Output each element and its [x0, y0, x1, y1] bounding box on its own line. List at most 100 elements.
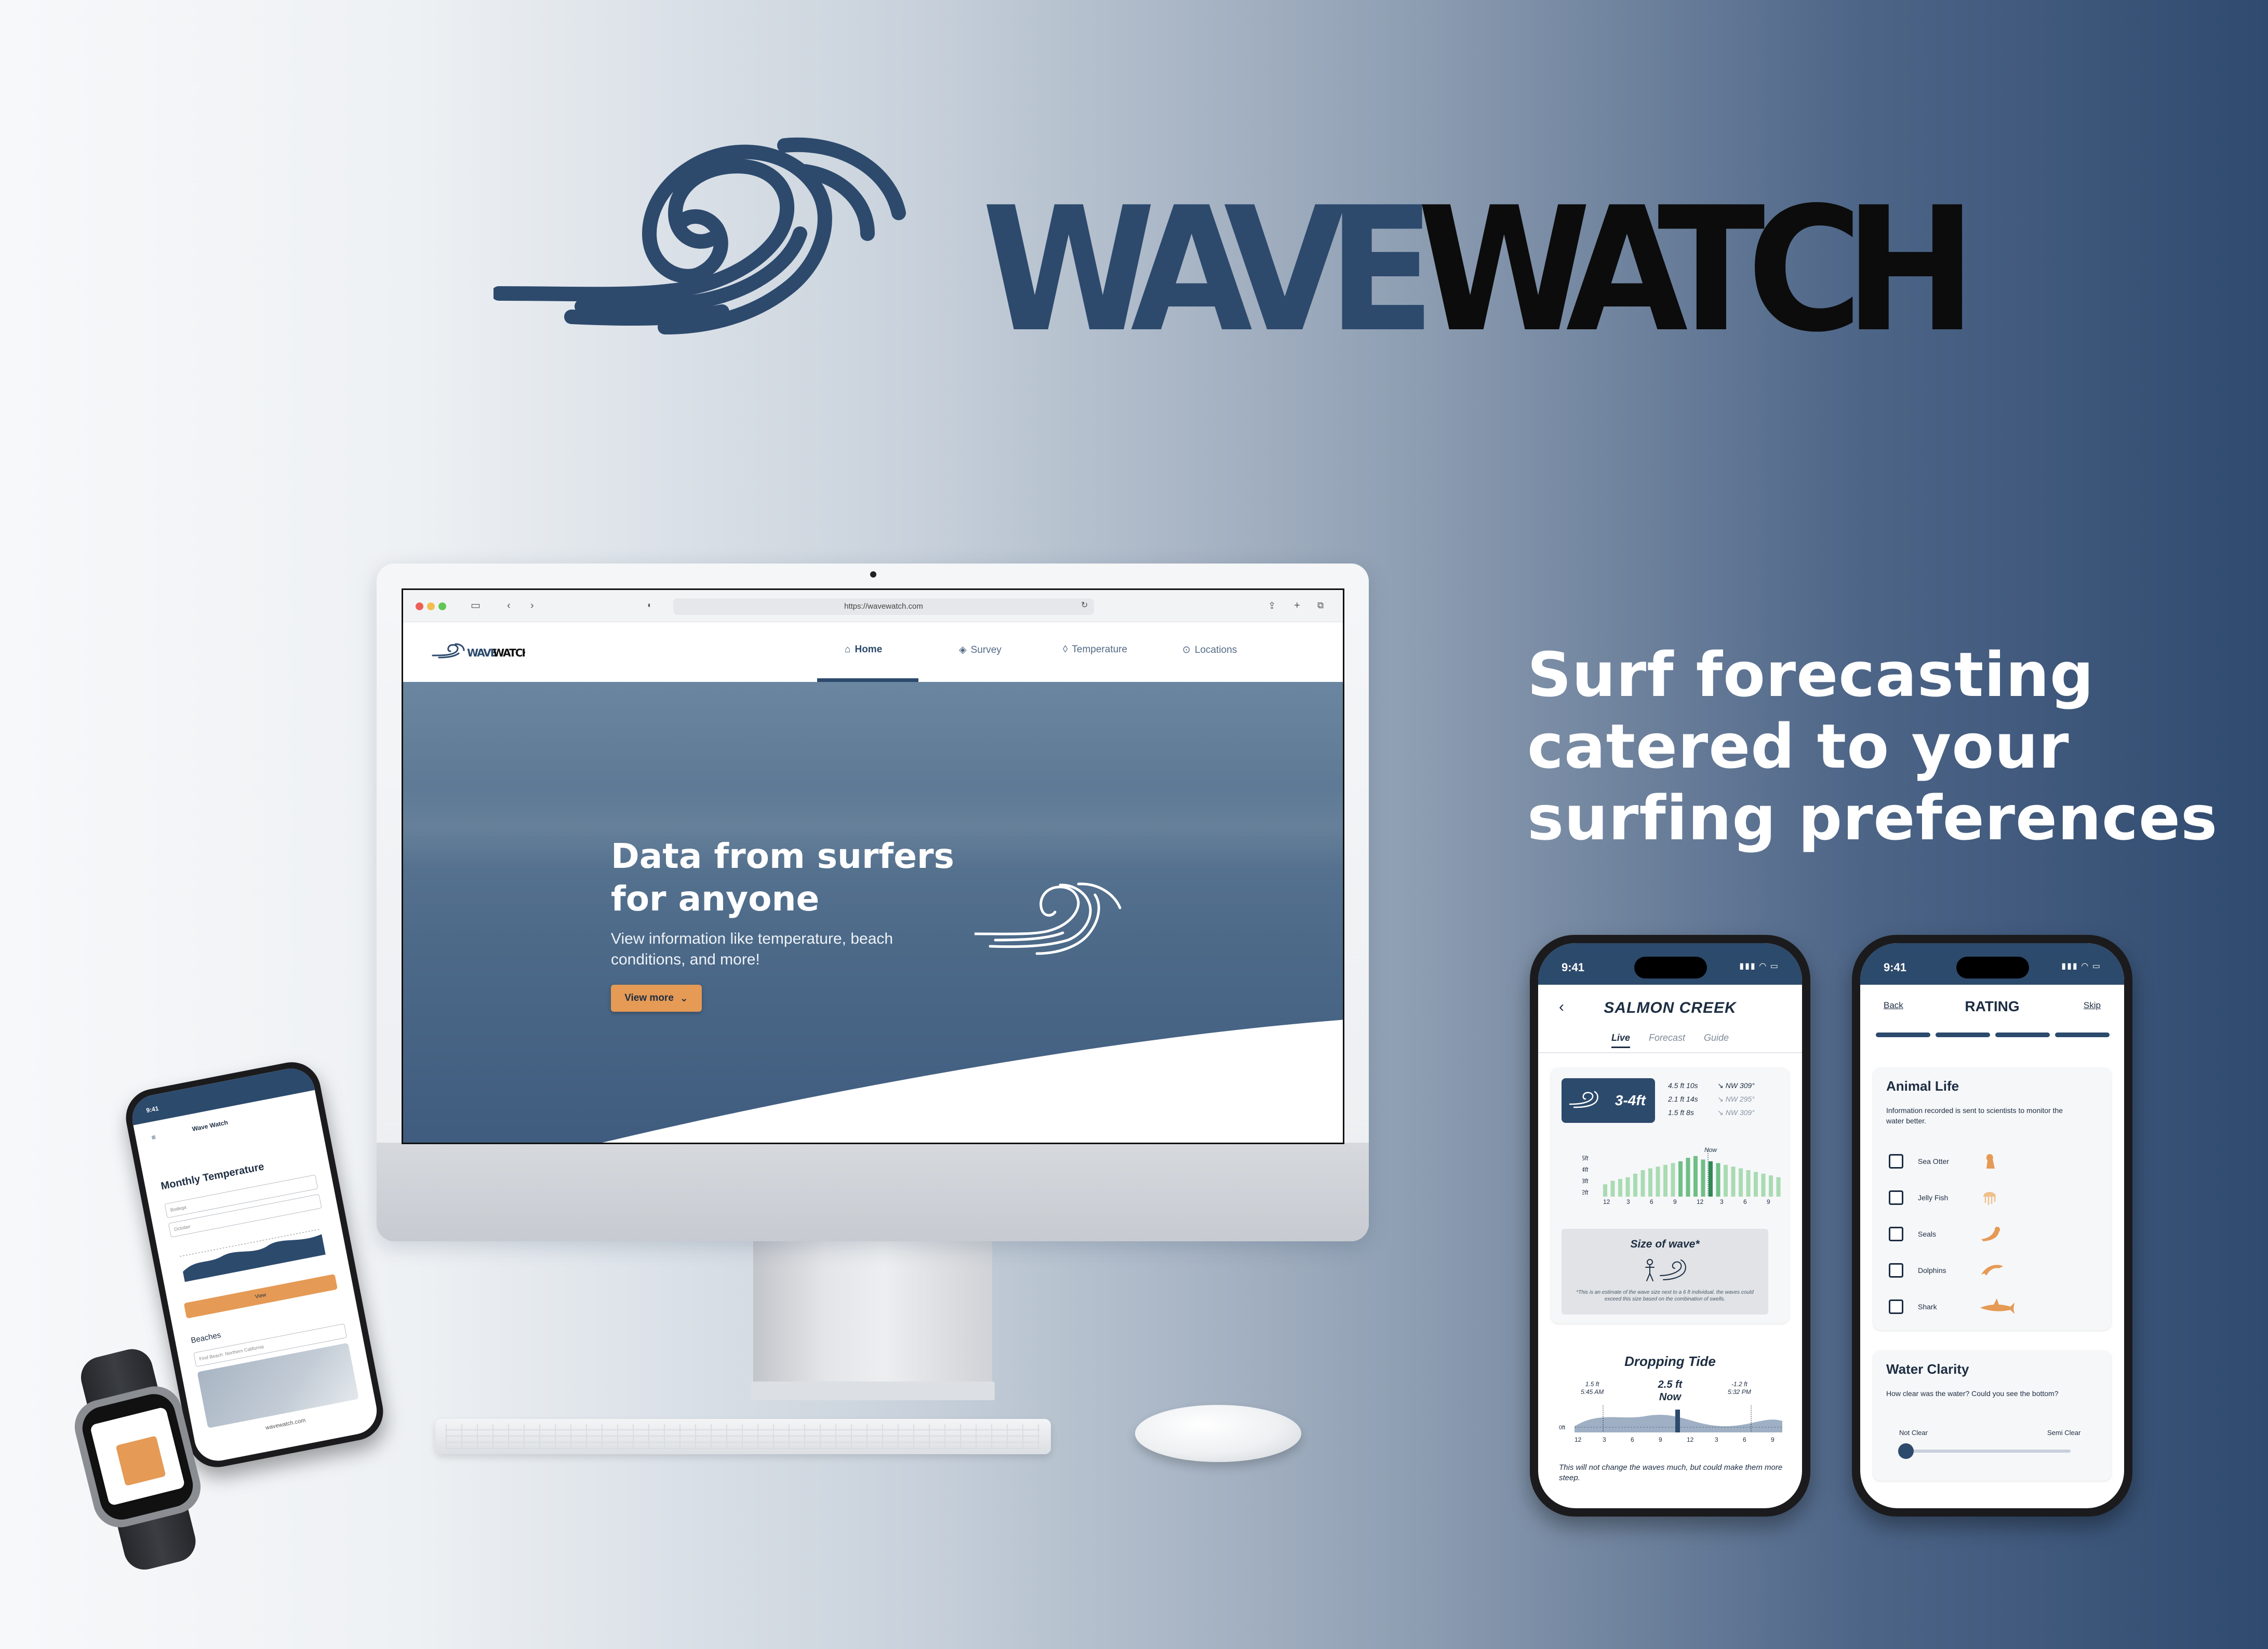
progress-step-3	[1995, 1033, 2050, 1037]
surfer-wave-comparison-icon	[1645, 1259, 1686, 1281]
sidebar-icon[interactable]: ▭	[471, 599, 481, 612]
chart-now-label: Now	[1704, 1147, 1717, 1154]
forward-arrow-icon[interactable]: ›	[530, 599, 534, 612]
wave-size-badge: 3-4ft	[1562, 1078, 1655, 1123]
svg-text:2ft: 2ft	[1582, 1189, 1589, 1196]
jellyfish-icon	[1983, 1192, 1996, 1205]
clarity-slider-knob[interactable]	[1898, 1443, 1914, 1459]
address-bar[interactable]: https://wavewatch.com	[673, 598, 1094, 615]
tab-live[interactable]: Live	[1611, 1033, 1630, 1048]
forecast-bar	[1656, 1167, 1660, 1197]
back-arrow-icon[interactable]: ‹	[507, 599, 511, 612]
hero-wave-icon	[975, 882, 1122, 955]
forecast-bar	[1746, 1170, 1751, 1197]
slider-max-label: Semi Clear	[2047, 1429, 2081, 1437]
tab-guide[interactable]: Guide	[1704, 1033, 1729, 1048]
status-time: 9:41	[145, 1104, 159, 1115]
sea-otter-checkbox[interactable]	[1889, 1154, 1903, 1169]
view-more-button[interactable]: View more ⌄	[611, 985, 702, 1012]
forecast-bar	[1701, 1159, 1705, 1197]
maximize-window-button[interactable]	[438, 602, 446, 610]
water-clarity-title: Water Clarity	[1886, 1361, 1969, 1377]
minimize-window-button[interactable]	[427, 602, 435, 610]
progress-step-2	[1936, 1033, 1990, 1037]
animal-row-seals[interactable]: Seals	[1889, 1224, 2005, 1244]
nav-survey[interactable]: ◈ Survey	[959, 644, 1002, 656]
animal-row-jelly-fish[interactable]: Jelly Fish	[1889, 1187, 2000, 1208]
animal-row-dolphins[interactable]: Dolphins	[1889, 1260, 2005, 1281]
swell-row-2: 2.1 ft 14s ↘ NW 295°	[1668, 1095, 1755, 1103]
view-more-label: View more	[624, 993, 674, 1003]
forecast-bar	[1769, 1175, 1773, 1197]
shark-checkbox[interactable]	[1889, 1299, 1903, 1314]
new-tab-icon[interactable]: +	[1294, 599, 1300, 612]
clarity-slider-track[interactable]	[1904, 1450, 2071, 1453]
size-of-wave-box: Size of wave* *This is an estimate of th…	[1562, 1229, 1768, 1315]
swell-row-1: 4.5 ft 10s ↘ NW 309°	[1668, 1081, 1755, 1090]
chevron-down-icon: ⌄	[679, 993, 688, 1004]
size-of-wave-note: *This is an estimate of the wave size ne…	[1576, 1290, 1754, 1302]
nav-active-indicator	[817, 678, 918, 682]
tagline-line-3: surfing preferences	[1527, 782, 2218, 854]
keyboard	[435, 1419, 1051, 1454]
site-logo[interactable]: WAVE WATCH	[432, 642, 525, 663]
svg-text:WATCH: WATCH	[493, 647, 525, 659]
map-pin-icon: ⊙	[1182, 645, 1191, 655]
tide-now-value: 2.5 ft	[1658, 1379, 1683, 1390]
imac-chin	[377, 1143, 1369, 1241]
forecast-bar	[1754, 1172, 1758, 1197]
close-window-button[interactable]	[416, 602, 423, 610]
progress-step-4	[2055, 1033, 2110, 1037]
dynamic-island	[1956, 957, 2029, 978]
svg-text:4ft: 4ft	[1582, 1166, 1589, 1173]
forecast-bar	[1603, 1184, 1607, 1197]
tide-x-label: 9	[1771, 1436, 1775, 1443]
imac-mockup: ▭ ‹ › ◐ https://wavewatch.com ↻ ⇪ + ⧉ WA…	[377, 564, 1369, 1241]
animal-life-card: Animal Life Information recorded is sent…	[1873, 1068, 2111, 1330]
wave-logo-icon	[493, 137, 906, 334]
tide-left-marker: 1.5 ft 5:45 AM	[1581, 1380, 1604, 1396]
size-of-wave-title: Size of wave*	[1630, 1238, 1700, 1250]
chart-x-label: 6	[1650, 1198, 1653, 1204]
tide-x-label: 6	[1743, 1436, 1746, 1443]
forecast-bar	[1671, 1163, 1675, 1197]
dolphins-label: Dolphins	[1918, 1266, 1946, 1275]
signal-wifi-battery-icon: ▮▮▮ ◠ ▭	[1739, 962, 1779, 971]
nav-home-label: Home	[855, 644, 883, 655]
desktop-screen: ▭ ‹ › ◐ https://wavewatch.com ↻ ⇪ + ⧉ WA…	[402, 588, 1344, 1144]
brand-logo: WAVEWATCH	[493, 135, 1977, 374]
progress-step-1	[1876, 1033, 1930, 1037]
hero-subtitle: View information like temperature, beach…	[611, 930, 893, 968]
tab-forecast[interactable]: Forecast	[1649, 1033, 1685, 1048]
brand-word-watch: WATCH	[1417, 170, 1977, 370]
tide-now: 2.5 ft Now	[1538, 1378, 1802, 1403]
mouse	[1135, 1405, 1301, 1462]
jelly-fish-checkbox[interactable]	[1889, 1190, 1903, 1205]
shark-label: Shark	[1918, 1303, 1937, 1311]
tide-x-label: 9	[1659, 1436, 1662, 1443]
nav-temperature[interactable]: ◊ Temperature	[1063, 644, 1127, 655]
tabs-divider	[1538, 1052, 1802, 1053]
phone-rating: 9:41 ▮▮▮ ◠ ▭ Back RATING Skip Animal Lif…	[1852, 935, 2132, 1517]
animal-row-sea-otter[interactable]: Sea Otter	[1889, 1151, 2000, 1172]
dolphins-checkbox[interactable]	[1889, 1263, 1903, 1278]
nav-home[interactable]: ⌂ Home	[845, 644, 882, 655]
skip-link[interactable]: Skip	[2084, 1000, 2101, 1011]
menu-icon[interactable]: ≡	[151, 1133, 156, 1142]
brand-wordmark: WAVEWATCH	[982, 184, 1977, 356]
seals-checkbox[interactable]	[1889, 1227, 1903, 1241]
brand-word-wave: WAVE	[982, 170, 1435, 370]
survey-progress	[1876, 1033, 2110, 1037]
nav-survey-label: Survey	[970, 644, 1002, 655]
chart-x-label: 3	[1626, 1198, 1630, 1204]
animal-row-shark[interactable]: Shark	[1889, 1296, 2016, 1317]
forecast-bar	[1761, 1173, 1766, 1197]
nav-locations[interactable]: ⊙ Locations	[1182, 644, 1237, 656]
forecast-bar	[1640, 1170, 1645, 1197]
tabs-overview-icon[interactable]: ⧉	[1317, 599, 1324, 612]
share-icon[interactable]: ⇪	[1268, 599, 1276, 612]
reload-icon[interactable]: ↻	[1081, 599, 1088, 612]
hero-title: Data from surfers for anyone	[611, 836, 954, 919]
wave-icon	[1569, 1091, 1598, 1108]
swell-arrow-icon: ↘	[1717, 1081, 1724, 1090]
